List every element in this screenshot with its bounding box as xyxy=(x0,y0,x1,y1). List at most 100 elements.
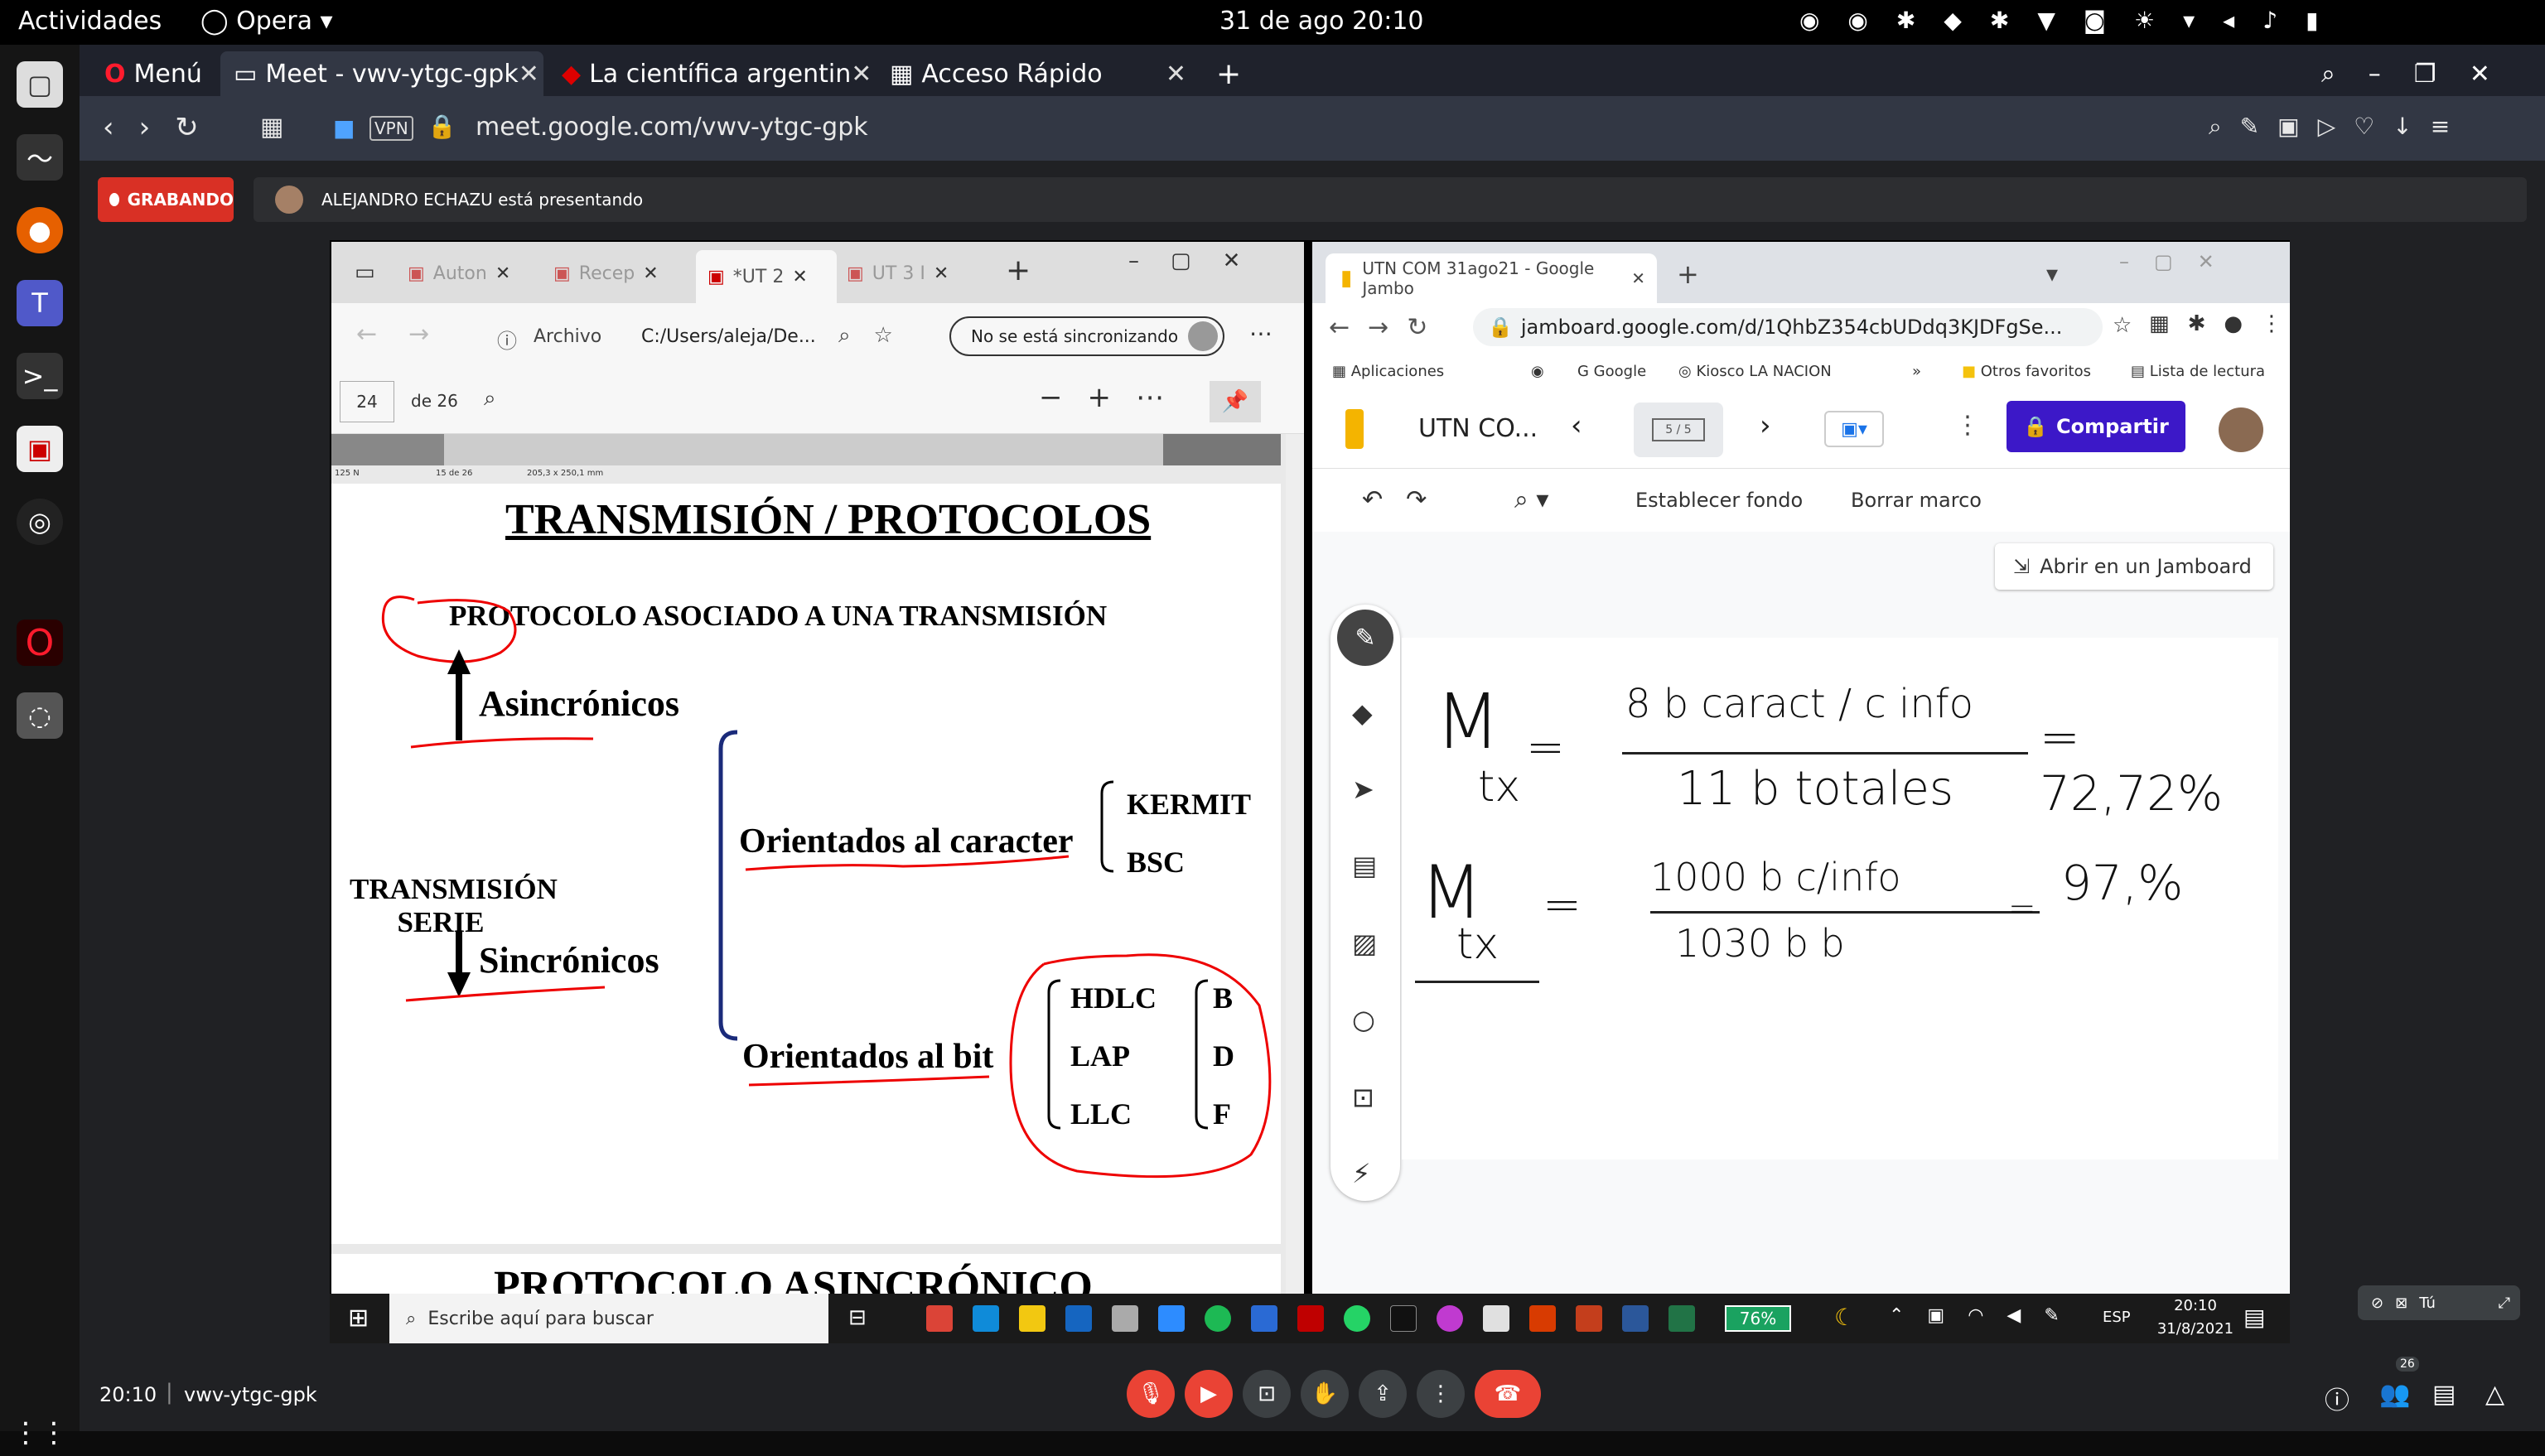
app-grid-icon[interactable]: ⋮⋮ xyxy=(12,1410,68,1456)
notifications-icon[interactable]: ▤ xyxy=(2243,1304,2265,1331)
expand-icon[interactable]: ⤢ xyxy=(2499,1294,2510,1312)
window-controls[interactable]: –▢✕ xyxy=(1128,248,1272,273)
extension-icons[interactable]: ▦✱●⋮ xyxy=(2149,311,2301,336)
globe-icon[interactable]: ◉ xyxy=(1531,363,1544,380)
new-tab-button[interactable]: + xyxy=(1006,253,1031,287)
pen-tool-icon[interactable]: ✎ xyxy=(1337,610,1393,666)
powerpoint-taskbar-icon[interactable] xyxy=(1576,1305,1602,1332)
close-tab-icon[interactable]: ✕ xyxy=(643,263,658,284)
new-tab-button[interactable]: + xyxy=(1203,51,1253,96)
opera-menu-button[interactable]: O Menú xyxy=(91,51,215,96)
bookmark-google[interactable]: G Google xyxy=(1577,363,1646,380)
close-tab-icon[interactable]: ✕ xyxy=(1631,268,1645,288)
sync-button[interactable]: No se está sincronizando xyxy=(949,316,1224,356)
printer-taskbar-icon[interactable] xyxy=(1112,1305,1138,1332)
tray-icons[interactable]: ◉◉✱◆✱▼◙☀▾◂♪▮ xyxy=(1799,7,2347,34)
more-options-button[interactable]: ⋮ xyxy=(1417,1370,1465,1418)
explorer-taskbar-icon[interactable] xyxy=(1019,1305,1046,1332)
jam-canvas[interactable]: M tx = 8 b caract / c info 11 b totales … xyxy=(1402,638,2278,1159)
nav-buttons[interactable]: ←→↻ xyxy=(1329,313,1446,342)
camera-toggle-button[interactable]: ▶ xyxy=(1185,1370,1233,1418)
tray-icons[interactable]: ⌃▣◠◀✎ xyxy=(1889,1305,2083,1326)
language-indicator[interactable]: ESP xyxy=(2103,1309,2131,1326)
tab-search-icon[interactable]: ▾ xyxy=(2046,260,2058,287)
jam-title[interactable]: UTN CO... xyxy=(1418,414,1538,443)
terminal-taskbar-icon[interactable] xyxy=(1390,1305,1417,1332)
edge-taskbar-icon[interactable] xyxy=(973,1305,999,1332)
next-frame-button[interactable]: › xyxy=(1760,409,1771,442)
file-path[interactable]: C:/Users/aleja/De... xyxy=(641,326,816,347)
taskbar-date[interactable]: 31/8/2021 xyxy=(2146,1320,2245,1338)
activities-icon[interactable]: △ xyxy=(2485,1380,2504,1409)
search-icon[interactable]: ⌕ xyxy=(484,386,496,412)
vpn-badge[interactable]: VPN xyxy=(369,116,413,141)
bookmark-otros[interactable]: ■ Otros favoritos xyxy=(1962,363,2091,380)
select-tool-icon[interactable]: ➤ xyxy=(1352,774,1374,805)
files-icon[interactable]: ▢ xyxy=(17,61,63,108)
bookmarks-overflow[interactable]: » xyxy=(1912,363,1921,380)
leave-call-button[interactable]: ☎ xyxy=(1475,1370,1541,1418)
url-text[interactable]: meet.google.com/vwv-ytgc-gpk xyxy=(476,113,868,142)
page-number-input[interactable]: 24 xyxy=(340,381,394,422)
address-actions[interactable]: ⌕✎▣▷♡↓≡ xyxy=(2209,113,2468,141)
clear-frame-button[interactable]: Borrar marco xyxy=(1851,489,1982,512)
taskbar-search[interactable]: ⌕ Escribe aquí para buscar xyxy=(389,1294,828,1343)
window-controls[interactable]: –▢✕ xyxy=(2119,250,2239,273)
bookmark-lectura[interactable]: ▤ Lista de lectura xyxy=(2131,363,2265,380)
opera-icon[interactable]: O xyxy=(17,620,63,666)
tab-cientifica[interactable]: ◆ La científica argentin ✕ xyxy=(548,51,872,96)
eraser-tool-icon[interactable]: ◆ xyxy=(1352,697,1373,729)
notes-taskbar-icon[interactable] xyxy=(1483,1305,1509,1332)
zoom-controls[interactable]: −+⋯ xyxy=(1039,381,1189,414)
teams-icon[interactable]: T xyxy=(17,280,63,326)
windows-start-icon[interactable]: ⊞ xyxy=(348,1304,369,1333)
pdf-tab-4[interactable]: ▣ UT 3 I ✕ xyxy=(847,257,988,290)
paint-taskbar-icon[interactable] xyxy=(1437,1305,1463,1332)
clock[interactable]: 31 de ago 20:10 xyxy=(1219,7,1424,36)
whatsapp-taskbar-icon[interactable] xyxy=(1344,1305,1370,1332)
close-tab-icon[interactable]: ✕ xyxy=(519,60,539,89)
filezilla-taskbar-icon[interactable] xyxy=(1297,1305,1324,1332)
task-view-icon[interactable]: ⊟ xyxy=(848,1305,867,1330)
screenshot-icon[interactable]: ▣ xyxy=(17,426,63,472)
mic-toggle-button[interactable]: 🎙 xyxy=(1127,1370,1175,1418)
l-app-taskbar-icon[interactable] xyxy=(1251,1305,1277,1332)
star-icon[interactable]: ☆ xyxy=(2113,313,2132,338)
nav-buttons[interactable]: ←→ xyxy=(356,320,461,349)
close-tab-icon[interactable]: ✕ xyxy=(495,263,510,284)
meeting-details-icon[interactable]: ⓘ xyxy=(2325,1380,2349,1416)
more-options-icon[interactable]: ⋮ xyxy=(1955,411,1980,440)
pdf-tab-1[interactable]: ▣ Auton ✕ xyxy=(408,257,540,290)
raise-hand-button[interactable]: ✋ xyxy=(1301,1370,1349,1418)
open-in-jamboard-button[interactable]: ⇲ Abrir en un Jamboard xyxy=(1995,543,2273,590)
excel-taskbar-icon[interactable] xyxy=(1668,1305,1695,1332)
office-taskbar-icon[interactable] xyxy=(1529,1305,1556,1332)
present-button[interactable]: ▣▾ xyxy=(1824,411,1884,447)
zoom-icon[interactable]: ⌕ ▾ xyxy=(1514,485,1548,514)
spotify-taskbar-icon[interactable] xyxy=(1205,1305,1231,1332)
captions-button[interactable]: ⊡ xyxy=(1243,1370,1291,1418)
obs-icon[interactable]: ◎ xyxy=(17,499,63,545)
textbox-tool-icon[interactable]: ⊡ xyxy=(1352,1082,1374,1113)
image-tool-icon[interactable]: ▨ xyxy=(1352,928,1377,959)
present-now-button[interactable]: ⇪ xyxy=(1359,1370,1407,1418)
chrome-taskbar-icon[interactable] xyxy=(926,1305,953,1332)
pdf-tab-2[interactable]: ▣ Recep ✕ xyxy=(553,257,686,290)
disk-icon[interactable]: ◌ xyxy=(17,692,63,739)
frame-selector[interactable]: 5 / 5 xyxy=(1634,403,1723,457)
user-avatar[interactable] xyxy=(2219,407,2263,452)
chat-icon[interactable]: ▤ xyxy=(2432,1380,2456,1409)
tab-meet[interactable]: ▭ Meet - vwv-ytgc-gpk ✕ xyxy=(220,51,543,96)
zoom-taskbar-icon[interactable] xyxy=(1158,1305,1185,1332)
tabs-grid-icon[interactable]: ▦ xyxy=(260,113,283,142)
tab-actions-icon[interactable]: ▭ xyxy=(355,260,375,285)
prev-frame-button[interactable]: ‹ xyxy=(1571,409,1582,442)
tab-acceso-rapido[interactable]: ▦ Acceso Rápido ✕ xyxy=(877,51,1200,96)
share-button[interactable]: 🔒 Compartir xyxy=(2007,401,2185,452)
set-background-button[interactable]: Establecer fondo xyxy=(1635,489,1803,512)
undo-redo[interactable]: ↶↷ xyxy=(1362,485,1450,514)
shape-tool-icon[interactable]: ○ xyxy=(1352,1004,1375,1035)
pin-icon[interactable]: 📌 xyxy=(1210,381,1261,422)
sticky-note-icon[interactable]: ▤ xyxy=(1352,850,1377,881)
outlook-taskbar-icon[interactable] xyxy=(1065,1305,1092,1332)
